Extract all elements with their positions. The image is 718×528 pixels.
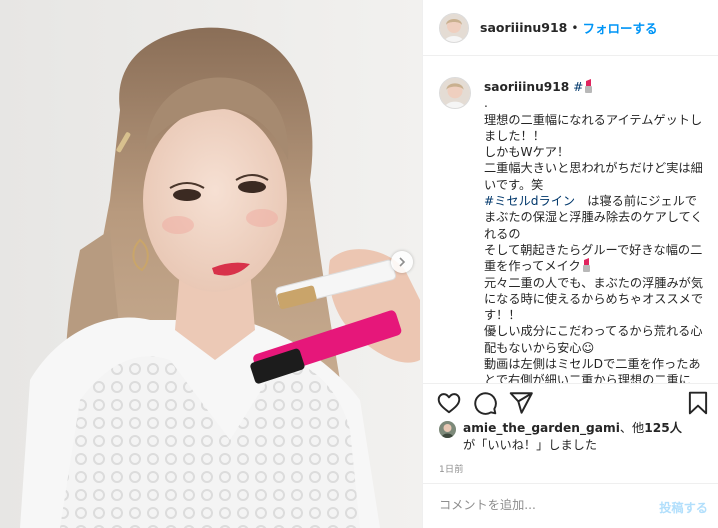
avatar[interactable] <box>439 12 469 43</box>
caption-line: そして朝起きたらグルーで好きな幅の二重を作ってメイク <box>484 242 708 275</box>
post-header: saoriiinu918 • フォローする <box>423 0 718 56</box>
post-modal: saoriiinu918 • フォローする saoriiinu918 #. 理想の… <box>0 0 718 528</box>
caption-scroll-area[interactable]: saoriiinu918 #. 理想の二重幅になれるアイテムゲットしました！！ しか… <box>423 57 718 383</box>
caption-line: しかもWケア！ <box>484 145 570 160</box>
likes-line-1: amie_the_garden_gami、他125人 <box>463 420 682 437</box>
chevron-right-icon <box>399 257 406 267</box>
liker-avatar[interactable] <box>439 421 456 438</box>
hashtag-link[interactable]: #ミセルdライン <box>484 194 575 208</box>
likes-count[interactable]: 125人 <box>644 421 682 435</box>
heart-icon[interactable] <box>436 390 462 416</box>
hash-symbol[interactable]: # <box>573 80 583 94</box>
lipstick-emoji-icon <box>585 79 593 93</box>
caption-segment: そして朝起きたらグルーで好きな幅の二重を作ってメイク <box>484 242 703 274</box>
header-username[interactable]: saoriiinu918 <box>480 20 567 35</box>
caption-line: 動画は左側はミセルDで二重を作ったあとで右側が細い二重から理想の二重に <box>484 357 701 383</box>
next-image-button[interactable] <box>391 251 413 273</box>
post-sidebar: saoriiinu918 • フォローする saoriiinu918 #. 理想の… <box>422 0 718 528</box>
caption-line-hashtag: #ミセルdライン は寝る前にジェルでまぶたの保湿と浮腫み除去のケアしてくれるの <box>484 193 708 242</box>
caption-avatar[interactable] <box>439 77 471 109</box>
caption-username[interactable]: saoriiinu918 <box>484 80 569 94</box>
caption-line: . <box>484 96 488 111</box>
liker-username[interactable]: amie_the_garden_gami <box>463 421 620 435</box>
photo-illustration <box>0 0 422 528</box>
post-comment-button[interactable]: 投稿する <box>659 498 708 516</box>
lipstick-emoji-icon <box>582 258 590 273</box>
follow-button[interactable]: フォローする <box>582 18 657 37</box>
comment-input[interactable] <box>437 497 641 513</box>
comment-bar: 投稿する <box>423 483 718 528</box>
action-bar <box>423 383 718 423</box>
comment-icon[interactable] <box>472 390 498 416</box>
avatar-image <box>440 13 468 42</box>
share-icon[interactable] <box>508 390 534 416</box>
caption-line: 理想の二重幅になれるアイテムゲットしました！！ <box>484 112 703 143</box>
post-timestamp[interactable]: 1日前 <box>439 462 464 475</box>
separator-dot: • <box>571 20 579 35</box>
likes-and-others: 、他 <box>619 421 645 435</box>
avatar-image <box>439 421 456 438</box>
post-photo[interactable] <box>0 0 422 528</box>
likes-suffix: が「いいね！」しました <box>463 438 598 452</box>
caption-line: 二重幅大きいと思われがちだけど実は細いです。笑 <box>484 161 703 192</box>
bookmark-icon[interactable] <box>685 390 711 416</box>
caption-line: 元々二重の人でも、まぶたの浮腫みが気になる時に使えるからめちゃオススメです！！ <box>484 275 704 323</box>
caption-line: 優しい成分にこだわってるから荒れる心配もないから安心☺ <box>484 324 703 355</box>
caption-text: saoriiinu918 #. 理想の二重幅になれるアイテムゲットしました！！ しか… <box>484 79 708 383</box>
avatar-image <box>440 78 470 108</box>
